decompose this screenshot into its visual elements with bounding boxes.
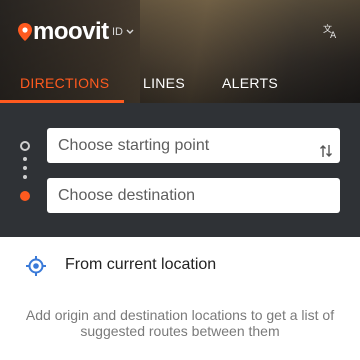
destination-placeholder: Choose destination <box>58 187 195 204</box>
current-location-option[interactable]: From current location <box>0 237 360 295</box>
brand-name: moovit <box>33 18 109 45</box>
starting-point-placeholder: Choose starting point <box>58 137 210 154</box>
route-dot <box>23 166 27 170</box>
location-pin-icon <box>18 23 32 41</box>
destination-point-icon <box>20 191 30 201</box>
search-panel: Choose starting point Choose destination <box>0 103 360 237</box>
route-dot <box>23 157 27 161</box>
start-point-icon <box>20 141 30 151</box>
destination-input[interactable]: Choose destination <box>47 178 340 213</box>
current-location-label: From current location <box>65 256 217 273</box>
swap-vertical-icon[interactable] <box>319 137 333 157</box>
starting-point-input[interactable]: Choose starting point <box>47 128 340 163</box>
crosshair-location-icon <box>26 256 46 276</box>
routes-hint-text: Add origin and destination locations to … <box>25 307 335 339</box>
moovit-logo[interactable]: moovit <box>18 20 109 44</box>
tab-directions[interactable]: DIRECTIONS <box>20 75 109 91</box>
tab-alerts[interactable]: ALERTS <box>222 75 278 91</box>
translate-icon[interactable]: 文 A <box>322 22 340 41</box>
tab-bar: DIRECTIONS LINES ALERTS <box>0 72 360 103</box>
language-selector[interactable]: ID <box>112 26 134 38</box>
language-code: ID <box>112 26 123 38</box>
route-dot <box>23 175 27 179</box>
svg-text:A: A <box>330 31 337 40</box>
tab-lines[interactable]: LINES <box>143 75 185 91</box>
chevron-down-icon <box>126 26 134 38</box>
active-tab-indicator <box>0 100 124 103</box>
